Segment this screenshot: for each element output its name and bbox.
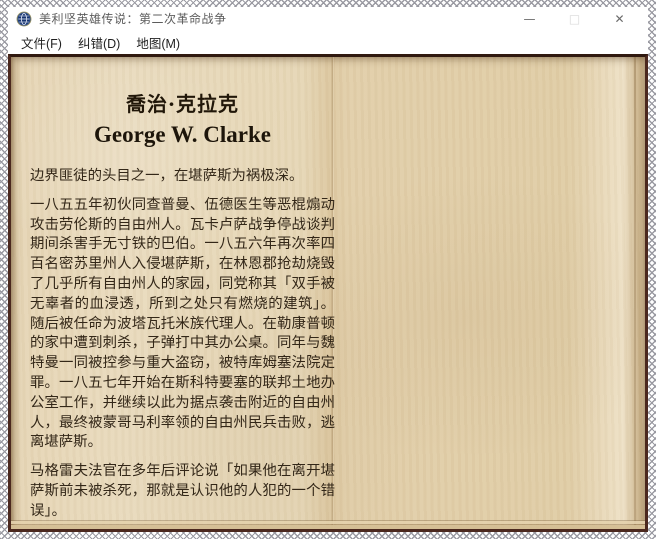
menu-item-map[interactable]: 地图(M) xyxy=(128,30,188,55)
close-button[interactable]: ✕ xyxy=(597,7,642,30)
parchment-page: 喬治·克拉克 George W. Clarke 边界匪徒的头目之一，在堪萨斯为祸… xyxy=(8,54,648,532)
window-controls: — □ ✕ xyxy=(507,7,642,30)
window-title: 美利坚英雄传说：第二次革命战争 xyxy=(39,10,507,27)
biography-paragraph: 马格雷夫法官在多年后评论说「如果他在离开堪萨斯前未被杀死，那就是认识他的人犯的一… xyxy=(30,462,335,521)
biography-paragraph: 一八五五年初伙同查普曼、伍德医生等恶棍煽动攻击劳伦斯的自由州人。瓦卡卢萨战争停战… xyxy=(30,196,335,453)
app-window: 美利坚英雄传说：第二次革命战争 — □ ✕ 文件(F) 纠错(D) 地图(M) … xyxy=(8,7,648,532)
minimize-button[interactable]: — xyxy=(507,7,552,30)
person-name-cjk: 喬治·克拉克 xyxy=(30,88,335,117)
biography-body: 边界匪徒的头目之一，在堪萨斯为祸极深。 一八五五年初伙同查普曼、伍德医生等恶棍煽… xyxy=(30,167,335,522)
person-name-en: George W. Clarke xyxy=(30,122,335,148)
maximize-button[interactable]: □ xyxy=(552,7,597,30)
biography-paragraph: 边界匪徒的头目之一，在堪萨斯为祸极深。 xyxy=(30,167,335,187)
menu-item-file[interactable]: 文件(F) xyxy=(13,30,70,55)
menu-bar: 文件(F) 纠错(D) 地图(M) xyxy=(8,30,648,54)
menu-item-errata[interactable]: 纠错(D) xyxy=(70,30,128,55)
globe-icon xyxy=(16,11,32,27)
title-bar[interactable]: 美利坚英雄传说：第二次革命战争 — □ ✕ xyxy=(8,7,648,30)
page-right-edge xyxy=(634,57,636,529)
biography-text-column: 喬治·克拉克 George W. Clarke 边界匪徒的头目之一，在堪萨斯为祸… xyxy=(30,88,335,522)
